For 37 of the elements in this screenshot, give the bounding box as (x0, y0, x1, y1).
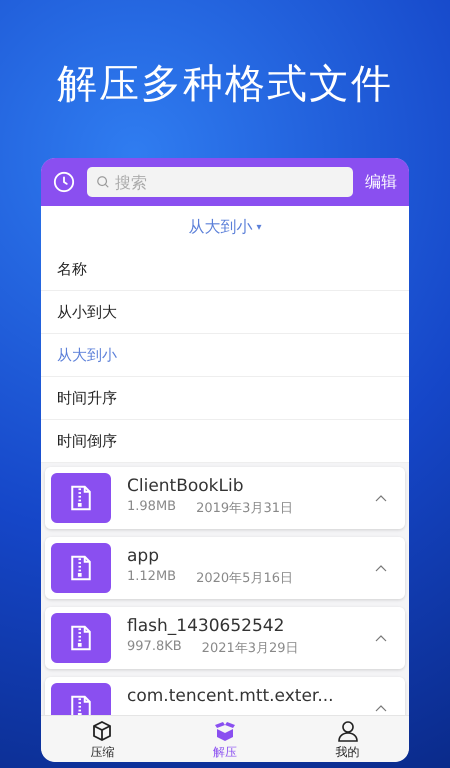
zip-file-icon (51, 613, 111, 663)
file-date: 2019年3月31日 (196, 500, 293, 517)
sort-option[interactable]: 从小到大 (41, 291, 409, 334)
file-name: app (127, 546, 160, 566)
file-card[interactable]: com.tencent.mtt.exter... (45, 677, 405, 715)
nav-tab[interactable]: 压缩 (41, 716, 164, 762)
headline: 解压多种格式文件 (57, 60, 393, 109)
file-name: com.tencent.mtt.exter... (127, 686, 335, 706)
file-date: 2021年3月29日 (202, 640, 299, 657)
edit-button[interactable]: 编辑 (365, 172, 397, 192)
sort-dropdown[interactable]: 从大到小 ▾ (188, 216, 262, 238)
sort-option[interactable]: 时间倒序 (41, 420, 409, 463)
file-card[interactable]: ClientBookLib 1.98MB 2019年3月31日 (45, 467, 405, 529)
file-name: flash_1430652542 (127, 616, 286, 636)
file-size: 1.98MB (127, 499, 176, 516)
chevron-up-icon[interactable] (375, 634, 387, 642)
file-card[interactable]: flash_1430652542 997.8KB 2021年3月29日 (45, 607, 405, 669)
file-size: 997.8KB (127, 639, 182, 656)
file-card[interactable]: app 1.12MB 2020年5月16日 (45, 537, 405, 599)
nav-tab[interactable]: 我的 (286, 716, 409, 762)
chevron-up-icon[interactable] (375, 704, 387, 712)
zip-file-icon (51, 473, 111, 523)
sort-option[interactable]: 时间升序 (41, 377, 409, 420)
search-icon (96, 175, 110, 189)
file-size: 1.12MB (127, 569, 176, 586)
zip-file-icon (51, 543, 111, 593)
open-box-icon (213, 719, 237, 743)
nav-tab[interactable]: 解压 (164, 716, 286, 762)
person-icon (336, 719, 360, 743)
chevron-up-icon[interactable] (375, 494, 387, 502)
file-date: 2020年5月16日 (196, 570, 293, 587)
sort-option[interactable]: 从大到小 (41, 334, 409, 377)
search-field[interactable]: 搜索 (87, 167, 353, 197)
sort-option[interactable]: 名称 (41, 248, 409, 291)
clock-icon[interactable] (53, 171, 75, 193)
chevron-up-icon[interactable] (375, 564, 387, 572)
file-name: ClientBookLib (127, 476, 245, 496)
